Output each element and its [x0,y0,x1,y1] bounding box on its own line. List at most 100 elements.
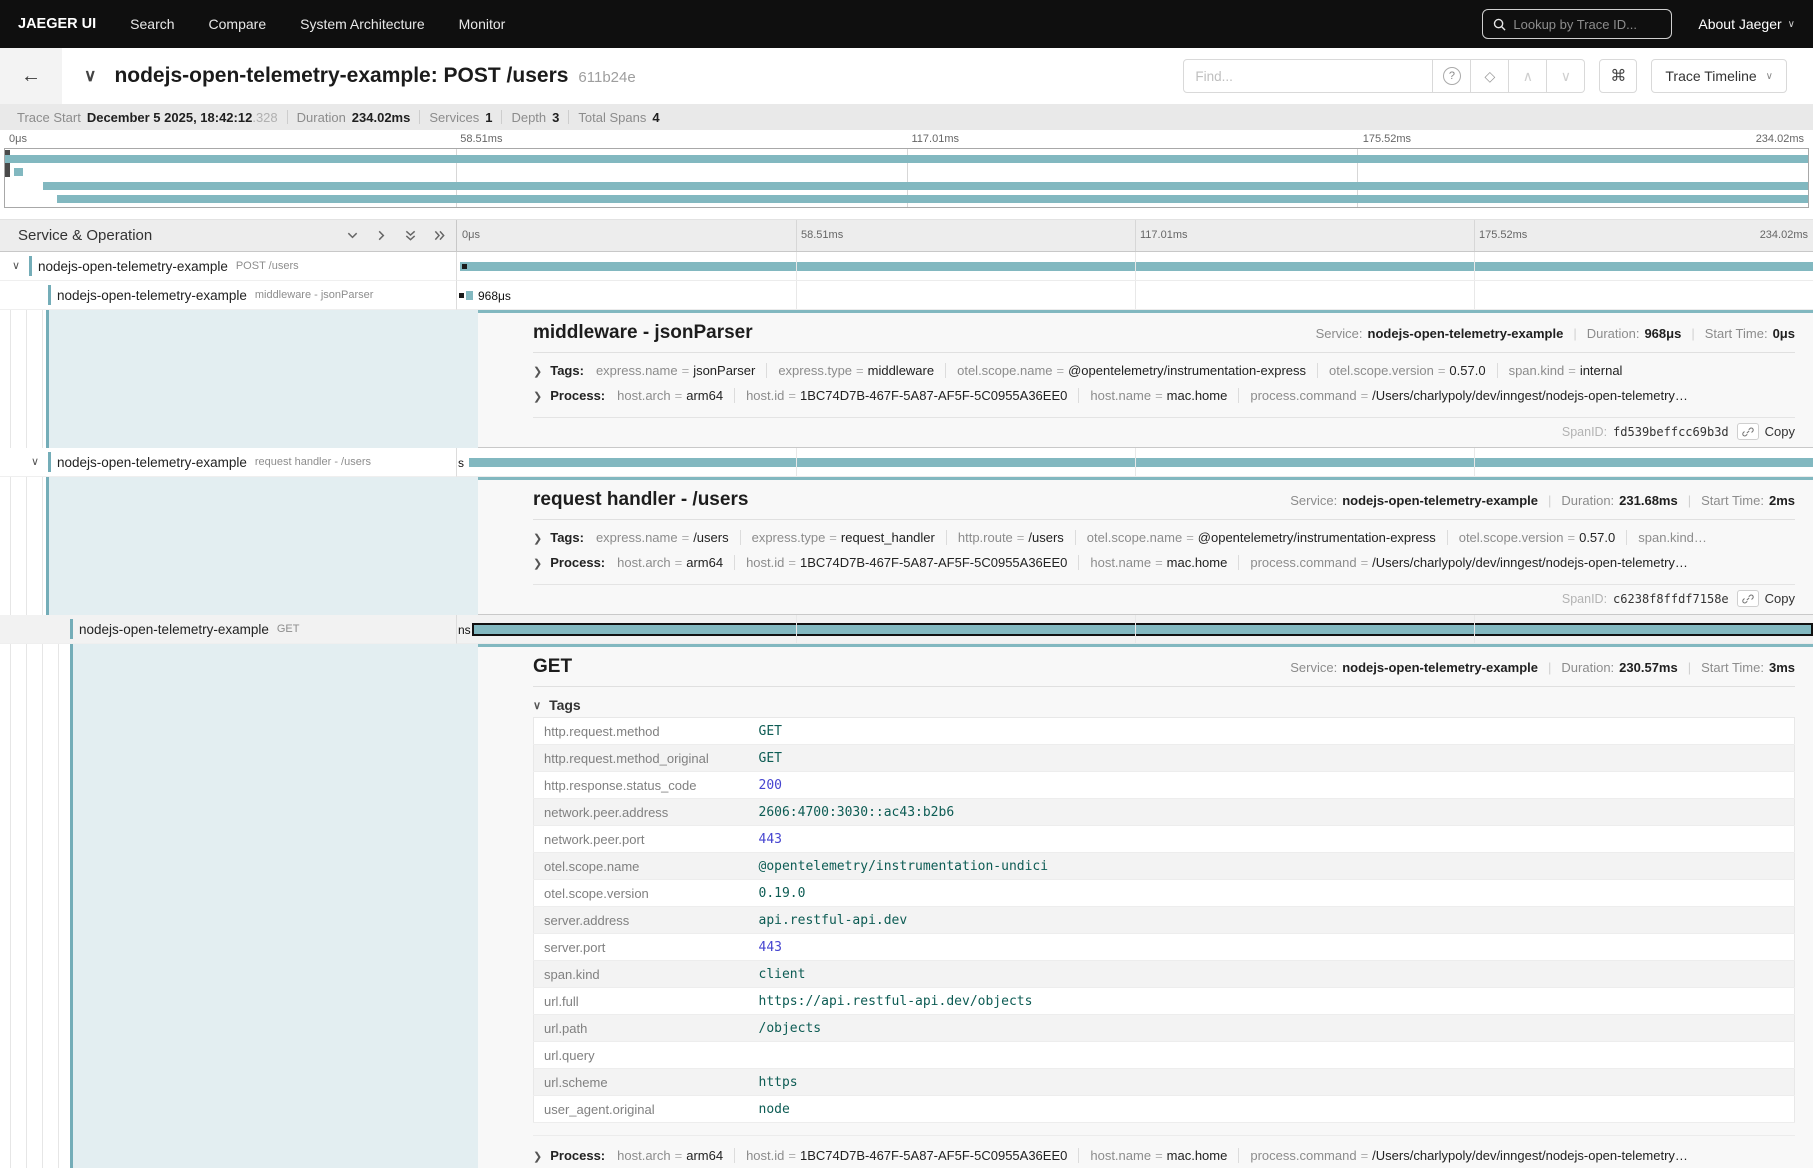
kv-item: otel.scope.version=0.57.0 [1447,530,1616,545]
detail-indent-fill [46,477,478,615]
kv-item: host.arch=arm64 [617,388,723,403]
tags-summary-row[interactable]: ❯ Tags: express.name=jsonParserexpress.t… [533,359,1795,384]
process-summary-row[interactable]: ❯ Process: host.arch=arm64host.id=1BC74D… [533,551,1795,576]
detail-title: GET [533,656,572,678]
nav-item-system-architecture[interactable]: System Architecture [300,16,425,32]
span-color-accent [48,452,51,472]
gridline [796,448,797,476]
tag-table-row: http.request.method_originalGET [534,745,1795,772]
tags-summary-row[interactable]: ❯ Tags: express.name=/usersexpress.type=… [533,526,1795,551]
tag-table-row: otel.scope.name@opentelemetry/instrument… [534,853,1795,880]
process-summary-row[interactable]: ❯ Process: host.arch=arm64host.id=1BC74D… [533,384,1795,409]
collapse-one-icon[interactable] [346,229,359,242]
tag-key: network.peer.address [534,799,749,826]
span-bar-cell[interactable]: ns [457,615,1813,644]
span-name-cell[interactable]: ∨ nodejs-open-telemetry-example request … [0,448,457,477]
back-button[interactable]: ← [0,48,62,104]
jaeger-trace-page: JAEGER UI Search Compare System Architec… [0,0,1813,1168]
span-row-post-users[interactable]: ∨ nodejs-open-telemetry-example POST /us… [0,252,1813,281]
span-row-request-handler[interactable]: ∨ nodejs-open-telemetry-example request … [0,448,1813,477]
span-id-value: fd539beffcc69b3d [1613,425,1729,439]
collapse-trace-chevron-icon[interactable]: ∨ [84,66,96,86]
tag-value: https://api.restful-api.dev/objects [749,988,1795,1015]
tag-value: 2606:4700:3030::ac43:b2b6 [749,799,1795,826]
span-bar-cell[interactable]: 968μs [457,281,1813,310]
find-input[interactable] [1183,59,1433,93]
app-brand[interactable]: JAEGER UI [18,16,96,32]
tag-value: 0.19.0 [749,880,1795,907]
chevron-down-icon[interactable]: ∨ [31,455,39,468]
tag-table-row: http.response.status_code200 [534,772,1795,799]
tag-key: url.path [534,1015,749,1042]
span-name-cell[interactable]: nodejs-open-telemetry-example middleware… [0,281,457,310]
gridline [1135,252,1136,280]
gridline [1474,252,1475,280]
span-bar[interactable] [460,262,1813,271]
gridline [1474,448,1475,476]
top-nav: JAEGER UI Search Compare System Architec… [0,0,1813,48]
tag-key: otel.scope.name [534,853,749,880]
trace-header: ← ∨ nodejs-open-telemetry-example: POST … [0,48,1813,104]
span-row-middleware-jsonparser[interactable]: nodejs-open-telemetry-example middleware… [0,281,1813,310]
span-bar[interactable] [466,291,473,300]
span-bar-cell[interactable] [457,252,1813,281]
nav-item-search[interactable]: Search [130,16,174,32]
about-jaeger-menu[interactable]: About Jaeger ∨ [1698,16,1795,32]
copy-span-id-button[interactable]: Copy [1737,590,1795,607]
trace-lookup-box[interactable] [1482,9,1672,39]
tree-guide-line [42,477,43,615]
kv-item: span.kind… [1626,530,1707,545]
span-bar-cell[interactable]: s [457,448,1813,477]
find-match-button[interactable]: ◇ [1471,59,1509,93]
span-row-get[interactable]: nodejs-open-telemetry-example GET ns [0,615,1813,644]
copy-span-id-button[interactable]: Copy [1737,423,1795,440]
minimap-tick-labels: 0μs58.51ms117.01ms175.52ms234.02ms [4,132,1809,148]
chevron-down-icon: ∨ [1561,68,1571,85]
chevron-down-icon: ∨ [533,699,541,712]
tick-label: 58.51ms [460,133,502,145]
tag-key: span.kind [534,961,749,988]
meta-total-spans: Total Spans 4 [569,110,668,124]
find-next-button[interactable]: ∨ [1547,59,1585,93]
expand-all-icon[interactable] [433,229,446,242]
meta-depth: Depth 3 [502,110,569,124]
trace-view-select[interactable]: Trace Timeline ∨ [1651,59,1787,93]
span-bar[interactable] [469,458,1813,467]
tag-table-row: user_agent.originalnode [534,1096,1795,1123]
tag-table-row: network.peer.port443 [534,826,1795,853]
nav-item-compare[interactable]: Compare [209,16,267,32]
tag-table-row: server.port443 [534,934,1795,961]
chevron-down-icon[interactable]: ∨ [12,259,20,272]
tag-key: http.response.status_code [534,772,749,799]
chevron-right-icon: ❯ [533,528,542,551]
nav-item-monitor[interactable]: Monitor [459,16,506,32]
trace-lookup-input[interactable] [1513,17,1653,32]
timeline-minimap: 0μs58.51ms117.01ms175.52ms234.02ms [0,130,1813,208]
tags-kv-list: express.name=/usersexpress.type=request_… [596,526,1707,549]
tick-label: 234.02ms [1756,133,1804,145]
span-name-cell[interactable]: ∨ nodejs-open-telemetry-example POST /us… [0,252,457,281]
minimap-span-bar [14,168,23,176]
span-name-cell[interactable]: nodejs-open-telemetry-example GET [0,615,457,644]
expand-one-icon[interactable] [375,229,388,242]
minimap-canvas[interactable] [4,148,1809,208]
tags-section-header[interactable]: ∨ Tags [533,697,1795,713]
tag-key: url.full [534,988,749,1015]
detail-meta: Service:nodejs-open-telemetry-example | … [1290,660,1795,675]
process-summary-row[interactable]: ❯ Process: host.arch=arm64host.id=1BC74D… [533,1135,1795,1168]
collapse-all-icon[interactable] [404,229,417,242]
tag-key: otel.scope.version [534,880,749,907]
span-bar-selected[interactable] [472,623,1813,636]
span-detail-middleware: middleware - jsonParser Service:nodejs-o… [0,310,1813,448]
gridline [796,220,797,251]
find-prev-button[interactable]: ∧ [1509,59,1547,93]
gridline [1474,281,1475,309]
timeline-column-header: Service & Operation 0μs58.51ms117.01ms17… [0,219,1813,252]
tag-key: url.scheme [534,1069,749,1096]
kv-item: host.arch=arm64 [617,555,723,570]
chevron-right-icon: ❯ [533,1146,542,1168]
tag-table-row: url.schemehttps [534,1069,1795,1096]
kv-item: otel.scope.version=0.57.0 [1317,363,1486,378]
keyboard-shortcuts-button[interactable]: ⌘ [1599,59,1637,93]
find-help-button[interactable]: ? [1433,59,1471,93]
